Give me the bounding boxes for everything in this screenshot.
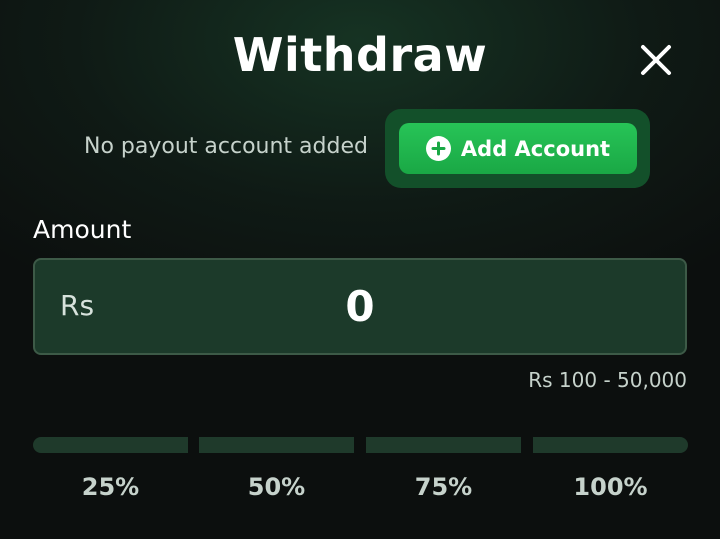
quick-select-bar-75[interactable] xyxy=(366,437,521,453)
amount-field[interactable]: Rs xyxy=(33,258,687,355)
quick-select-100-button[interactable]: 100% xyxy=(533,472,688,502)
quick-select-50-button[interactable]: 50% xyxy=(199,472,354,502)
quick-select-75-button[interactable]: 75% xyxy=(366,472,521,502)
add-account-button[interactable]: Add Account xyxy=(399,123,637,174)
quick-select-bar-50[interactable] xyxy=(199,437,354,453)
amount-range-text: Rs 100 - 50,000 xyxy=(528,368,687,392)
plus-circle-icon xyxy=(425,136,451,161)
page-title: Withdraw xyxy=(232,28,488,82)
add-account-container: Add Account xyxy=(385,109,650,188)
close-icon xyxy=(641,45,671,75)
add-account-label: Add Account xyxy=(460,136,611,161)
quick-select-bar-100[interactable] xyxy=(533,437,688,453)
currency-label: Rs xyxy=(60,289,95,322)
close-button[interactable] xyxy=(636,40,676,80)
quick-select-25-button[interactable]: 25% xyxy=(33,472,188,502)
amount-label: Amount xyxy=(33,215,132,244)
amount-input[interactable] xyxy=(155,278,565,334)
quick-select-bar-25[interactable] xyxy=(33,437,188,453)
payout-status-text: No payout account added xyxy=(84,134,368,159)
